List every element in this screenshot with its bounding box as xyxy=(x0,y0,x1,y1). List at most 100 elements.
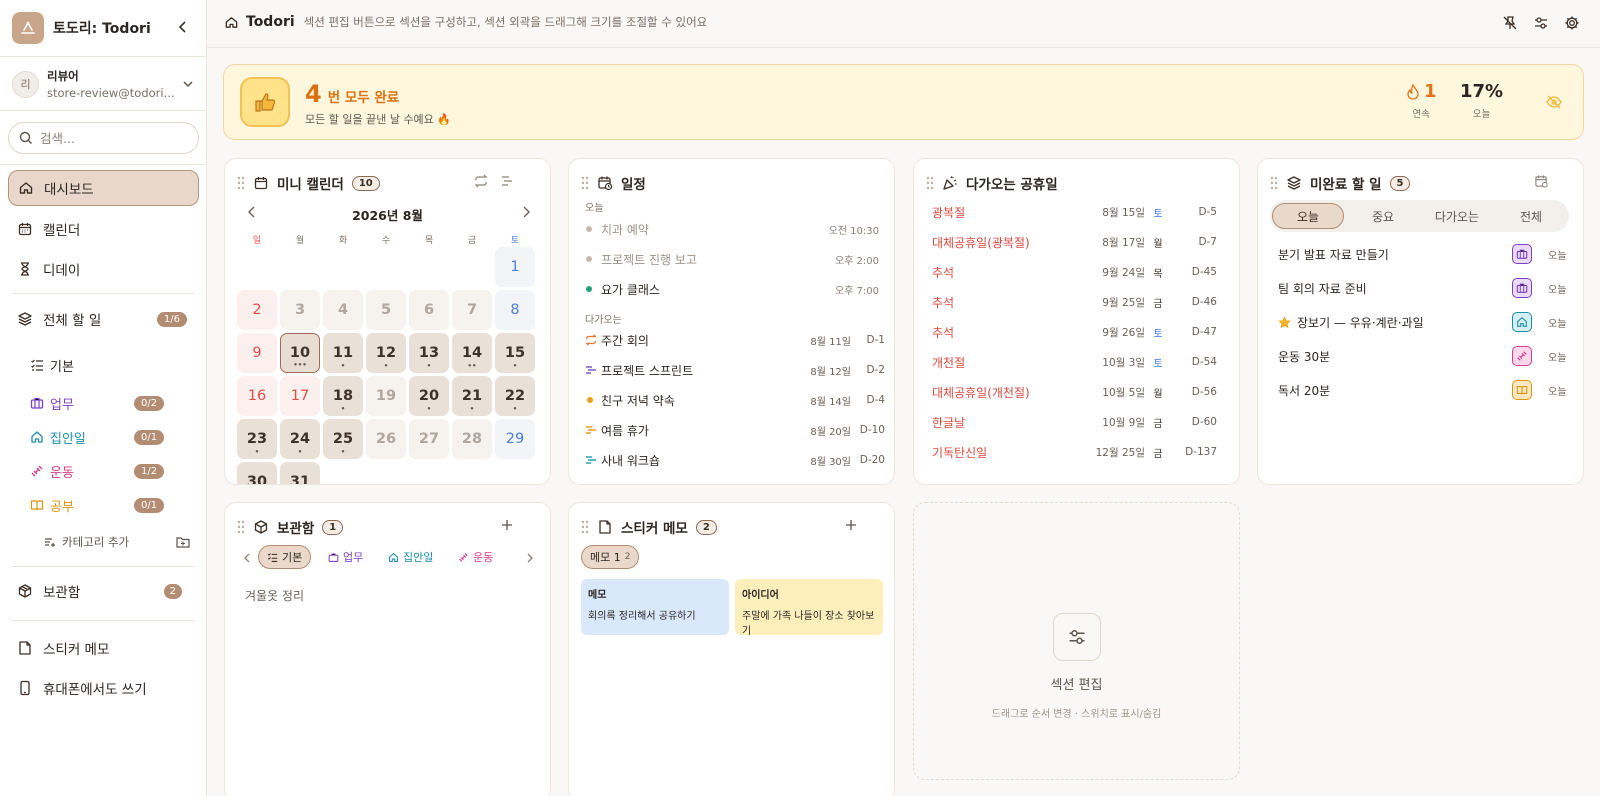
drag-handle-icon[interactable] xyxy=(237,520,245,534)
search-box[interactable] xyxy=(8,122,199,154)
category-house[interactable]: 집안일 0/1 xyxy=(30,423,165,451)
nav-all-todos[interactable]: 전체 할 일 1/6 xyxy=(8,301,199,337)
schedule-item[interactable]: 친구 저녁 약속 8월 14일 D-4 xyxy=(585,389,885,411)
tab-upcoming[interactable]: 다가오는 xyxy=(1422,203,1492,229)
calendar-day[interactable]: 31 xyxy=(280,462,320,484)
nav-dday[interactable]: 디데이 xyxy=(8,251,199,287)
repeat-icon[interactable] xyxy=(474,174,488,188)
drag-handle-icon[interactable] xyxy=(581,176,589,190)
tab-all[interactable]: 전체 xyxy=(1496,203,1566,229)
category-work[interactable]: 업무 0/2 xyxy=(30,389,165,417)
schedule-item[interactable]: 프로젝트 스프린트 8월 12일 D-2 xyxy=(585,359,885,381)
calendar-day[interactable]: 30 xyxy=(237,462,277,484)
archived-item[interactable]: 겨울옷 정리 xyxy=(245,587,304,604)
calendar-day[interactable]: 17 xyxy=(280,376,320,416)
calendar-day[interactable]: 3 xyxy=(280,290,320,330)
settings-icon[interactable] xyxy=(1564,15,1580,31)
brand[interactable]: 토도리: Todori xyxy=(12,12,151,44)
schedule-item[interactable]: 요가 클래스 오후 7:00 xyxy=(585,278,885,300)
calendar-day[interactable]: 22 • xyxy=(495,376,535,416)
category-study[interactable]: 공부 0/1 xyxy=(30,491,165,519)
drag-handle-icon[interactable] xyxy=(1270,176,1278,190)
calendar-day[interactable]: 2 xyxy=(237,290,277,330)
nav-calendar[interactable]: 캘린더 xyxy=(8,211,199,247)
due-label: 오늘 xyxy=(1548,318,1567,330)
filter-lines-icon[interactable] xyxy=(500,174,514,188)
chip-default[interactable]: 기본 xyxy=(258,545,312,569)
calendar-day[interactable]: 21 • xyxy=(452,376,492,416)
plus-icon[interactable] xyxy=(845,519,857,531)
chevron-left-icon[interactable] xyxy=(243,553,251,563)
tab-important[interactable]: 중요 xyxy=(1348,203,1418,229)
nav-dashboard[interactable]: 대시보드 xyxy=(8,170,199,206)
note-body: 회의록 정리해서 공유하기 xyxy=(588,611,696,622)
category-default[interactable]: 기본 xyxy=(30,351,74,379)
section-edit-card[interactable]: 섹션 편집 드래그로 순서 변경 · 스위치로 표시/숨김 xyxy=(913,502,1240,780)
nav-archive[interactable]: 보관함 2 xyxy=(8,573,199,609)
nav-label: 보관함 xyxy=(43,585,81,601)
todo-item[interactable]: 독서 20분 오늘 xyxy=(1278,379,1568,401)
schedule-item[interactable]: 치과 예약 오전 10:30 xyxy=(585,218,885,240)
memo-board-chip[interactable]: 메모 1 2 xyxy=(581,545,640,569)
calendar-day[interactable]: 4 xyxy=(323,290,363,330)
calendar-day[interactable]: 5 xyxy=(366,290,406,330)
calendar-day[interactable]: 27 xyxy=(409,419,449,459)
drag-handle-icon[interactable] xyxy=(581,520,589,534)
todo-item[interactable]: 팀 회의 자료 준비 오늘 xyxy=(1278,277,1568,299)
todo-item[interactable]: 장보기 — 우유·계란·과일 오늘 xyxy=(1278,311,1568,333)
calendar-day[interactable]: 24 • xyxy=(280,419,320,459)
calendar-day[interactable]: 20 • xyxy=(409,376,449,416)
pin-off-icon[interactable] xyxy=(1502,15,1518,31)
todo-item[interactable]: 운동 30분 오늘 xyxy=(1278,345,1568,367)
calendar-day[interactable]: 8 xyxy=(495,290,535,330)
calendar-day[interactable]: 9 xyxy=(237,333,277,373)
schedule-item[interactable]: 프로젝트 진행 보고 오후 2:00 xyxy=(585,248,885,270)
category-exercise[interactable]: 운동 1/2 xyxy=(30,457,165,485)
chip-house[interactable]: 집안일 xyxy=(380,545,441,569)
drag-handle-icon[interactable] xyxy=(237,176,245,190)
nav-sticky-memo[interactable]: 스티커 메모 xyxy=(8,630,199,666)
sticky-note[interactable]: 아이디어 주말에 가족 나들이 장소 찾아보기 xyxy=(735,579,883,637)
chip-work[interactable]: 업무 xyxy=(320,545,371,569)
calendar-day[interactable]: 29 xyxy=(495,419,535,459)
calendar-day[interactable]: 26 xyxy=(366,419,406,459)
calendar-day[interactable]: 6 xyxy=(409,290,449,330)
calendar-day[interactable]: 15 • xyxy=(495,333,535,373)
nav-mobile[interactable]: 휴대폰에서도 쓰기 xyxy=(8,670,199,706)
todo-item[interactable]: 분기 발표 자료 만들기 오늘 xyxy=(1278,243,1568,265)
chevron-right-icon[interactable] xyxy=(521,206,531,218)
eye-off-icon[interactable] xyxy=(1546,95,1562,109)
drag-handle-icon[interactable] xyxy=(926,176,934,190)
schedule-item[interactable]: 주간 회의 8월 11일 D-1 xyxy=(585,329,885,351)
search-input[interactable] xyxy=(40,130,180,146)
calendar-day[interactable]: 10 ••• xyxy=(280,333,320,373)
calendar-day[interactable]: 12 • xyxy=(366,333,406,373)
schedule-item[interactable]: 사내 워크숍 8월 30일 D-20 xyxy=(585,449,885,471)
calendar-day[interactable]: 19 xyxy=(366,376,406,416)
calendar-day[interactable]: 13 • xyxy=(409,333,449,373)
calendar-day[interactable]: 14 •• xyxy=(452,333,492,373)
sliders-icon[interactable] xyxy=(1533,15,1549,31)
schedule-item[interactable]: 여름 휴가 8월 20일 D-10 xyxy=(585,419,885,441)
tab-today[interactable]: 오늘 xyxy=(1272,203,1344,229)
calendar-day[interactable]: 18 • xyxy=(323,376,363,416)
sliders-icon[interactable] xyxy=(1053,613,1101,661)
chip-exercise[interactable]: 운동 xyxy=(450,545,501,569)
chevron-right-icon[interactable] xyxy=(526,553,534,563)
sticky-note[interactable]: 메모 회의록 정리해서 공유하기 xyxy=(581,579,729,635)
dday-label: D-1 xyxy=(866,334,885,346)
collapse-sidebar-icon[interactable] xyxy=(174,18,192,36)
calendar-day[interactable]: 7 xyxy=(452,290,492,330)
calendar-settings-icon[interactable] xyxy=(1534,174,1549,189)
folder-add-icon[interactable] xyxy=(176,536,190,548)
user-account[interactable]: 리 리뷰어 store-review@todori... xyxy=(12,68,175,100)
plus-icon[interactable] xyxy=(501,519,513,531)
calendar-day[interactable]: 11 • xyxy=(323,333,363,373)
calendar-day[interactable]: 1 xyxy=(495,247,535,287)
calendar-day[interactable]: 16 xyxy=(237,376,277,416)
calendar-day[interactable]: 25 • xyxy=(323,419,363,459)
calendar-day[interactable]: 23 • xyxy=(237,419,277,459)
add-category-button[interactable]: 카테고리 추가 xyxy=(44,534,129,550)
chevron-down-icon[interactable] xyxy=(182,78,194,90)
calendar-day[interactable]: 28 xyxy=(452,419,492,459)
